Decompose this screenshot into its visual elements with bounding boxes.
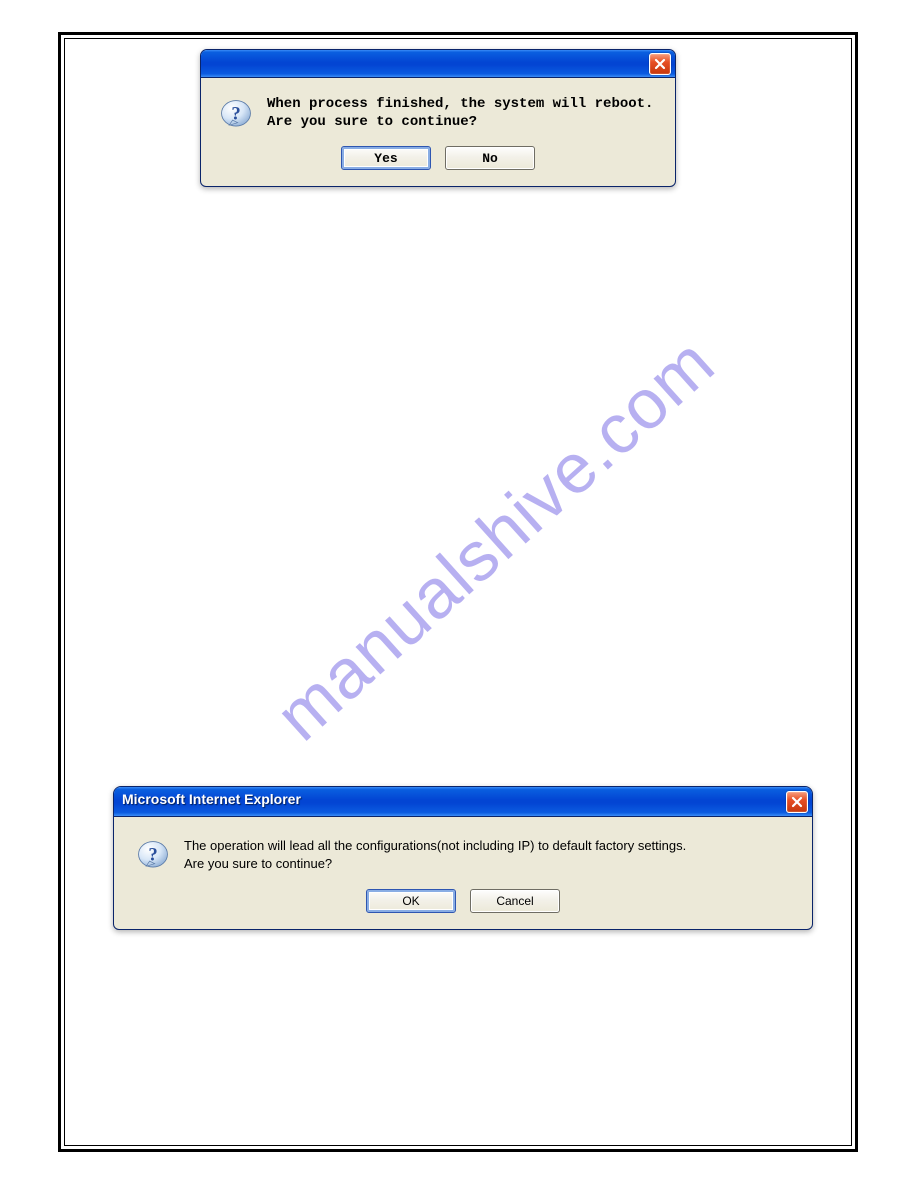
dialog2-message-line2: Are you sure to continue? xyxy=(184,855,686,873)
dialog1-body: ? When process finished, the system will… xyxy=(201,78,675,140)
no-button[interactable]: No xyxy=(445,146,535,170)
dialog2-title: Microsoft Internet Explorer xyxy=(122,791,301,807)
ok-button[interactable]: OK xyxy=(366,889,456,913)
watermark-text: manualshive.com xyxy=(260,322,729,756)
factory-reset-confirm-dialog: Microsoft Internet Explorer xyxy=(113,786,813,930)
page-border-inner: manualshive.com xyxy=(64,38,852,1146)
dialog1-message: When process finished, the system will r… xyxy=(267,96,653,131)
cancel-button[interactable]: Cancel xyxy=(470,889,560,913)
reboot-confirm-dialog: ? When process finished, the system will… xyxy=(200,49,676,187)
yes-button[interactable]: Yes xyxy=(341,146,431,170)
close-icon xyxy=(791,796,803,808)
question-mark-icon: ? xyxy=(136,839,170,873)
dialog2-titlebar: Microsoft Internet Explorer xyxy=(114,787,812,817)
dialog1-titlebar xyxy=(201,50,675,78)
dialog2-body: ? The operation will lead all the config… xyxy=(114,817,812,883)
svg-text:?: ? xyxy=(148,844,157,865)
close-button[interactable] xyxy=(649,53,671,75)
page-border-outer: manualshive.com xyxy=(58,32,858,1152)
dialog2-button-row: OK Cancel xyxy=(114,883,812,929)
svg-text:?: ? xyxy=(231,103,240,124)
dialog1-button-row: Yes No xyxy=(201,140,675,186)
dialog2-message: The operation will lead all the configur… xyxy=(184,837,686,872)
dialog1-message-line1: When process finished, the system will r… xyxy=(267,96,653,114)
dialog2-message-line1: The operation will lead all the configur… xyxy=(184,837,686,855)
close-button[interactable] xyxy=(786,791,808,813)
dialog1-message-line2: Are you sure to continue? xyxy=(267,114,653,132)
question-mark-icon: ? xyxy=(219,98,253,132)
close-icon xyxy=(654,58,666,70)
